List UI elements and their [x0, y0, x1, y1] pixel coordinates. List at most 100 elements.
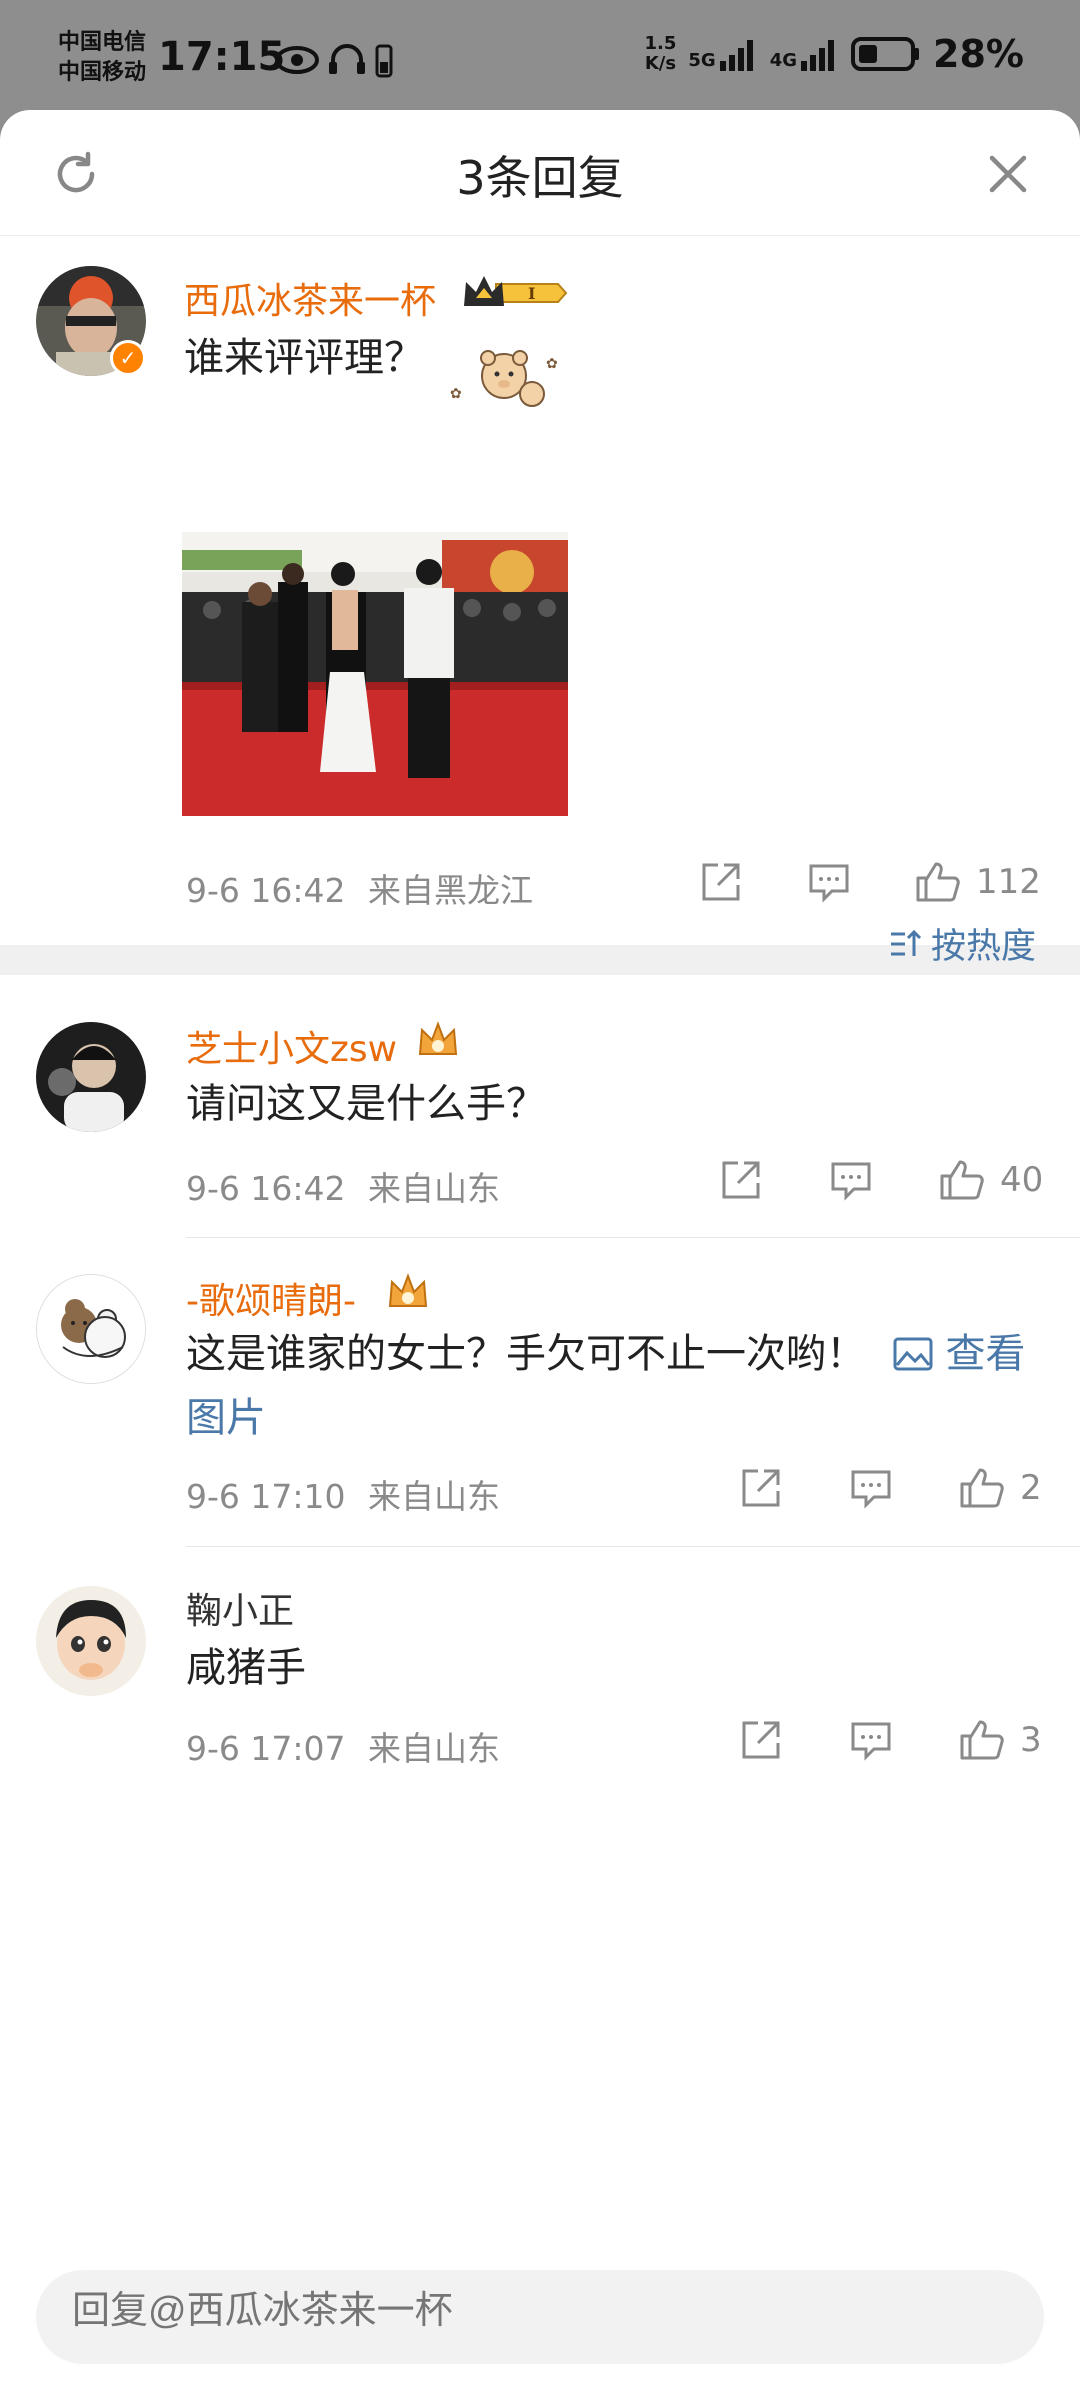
- thumbs-up-icon: [940, 1160, 984, 1200]
- network-4g-label: 4G: [769, 50, 798, 71]
- battery-icon: [851, 37, 920, 71]
- signal-5g: 5G: [688, 37, 757, 71]
- network-5g-label: 5G: [688, 50, 716, 71]
- reply-actions: 40: [718, 1156, 1043, 1204]
- speed-value: 1.5: [644, 33, 677, 54]
- avatar[interactable]: [36, 1586, 146, 1696]
- reply-username[interactable]: -歌颂晴朗-: [186, 1272, 356, 1324]
- share-icon: [742, 1721, 780, 1759]
- comment-username[interactable]: 西瓜冰茶来一杯: [184, 272, 436, 324]
- image-icon: [893, 1337, 933, 1371]
- bear-sticker: ✿ ✿: [442, 338, 566, 418]
- level-badge-text: I: [528, 284, 535, 303]
- avatar[interactable]: [36, 1274, 146, 1384]
- crown-icon: I: [464, 276, 568, 306]
- reply-location: 来自山东: [368, 1477, 500, 1516]
- reply-timestamp: 9-6 17:10: [186, 1477, 346, 1516]
- signal-bars-icon-2: [801, 40, 835, 71]
- page-title: 3条回复: [456, 151, 624, 205]
- reply-timestamp: 9-6 16:42: [186, 1169, 346, 1208]
- network-speed: 1.5 K/s: [645, 34, 677, 74]
- row-divider: [186, 1237, 1080, 1238]
- share-button[interactable]: [718, 1157, 764, 1203]
- reply-text: 咸猪手: [186, 1645, 306, 1691]
- reply-text-block: 这是谁家的女士？手欠可不止一次哟！ 查看图片: [186, 1322, 1046, 1450]
- thumbs-up-icon: [916, 862, 960, 902]
- like-count: 40: [1000, 1160, 1044, 1200]
- signal-4g: 4G: [770, 37, 839, 71]
- status-right: 1.5 K/s 5G 4G 28%: [645, 32, 1024, 76]
- red-carpet-photo: [182, 532, 568, 816]
- share-icon: [722, 1161, 760, 1199]
- reply-button[interactable]: [848, 1465, 894, 1511]
- comment-icon: [831, 1162, 871, 1201]
- reply-actions: 2: [738, 1464, 1042, 1512]
- eye-headphone-battery-icons: [275, 44, 393, 78]
- row-divider: [186, 1546, 1080, 1547]
- reply-button[interactable]: [848, 1717, 894, 1763]
- reply-bar: [36, 2270, 1044, 2364]
- reply-meta: 9-6 16:42 来自山东: [186, 1162, 500, 1210]
- reply-input[interactable]: [72, 2290, 972, 2333]
- share-button[interactable]: [738, 1465, 784, 1511]
- reply-text: 请问这又是什么手？: [186, 1081, 546, 1127]
- sort-icon: [890, 929, 922, 956]
- speed-unit: K/s: [644, 53, 677, 74]
- sort-label: 按热度: [930, 927, 1036, 967]
- comment-icon: [809, 864, 849, 903]
- thumbs-up-icon: [960, 1468, 1004, 1508]
- carrier-info: 中国电信 中国移动: [58, 28, 146, 88]
- svg-text:✿: ✿: [546, 356, 558, 372]
- carrier-name-1: 中国电信: [58, 30, 147, 55]
- reply-location: 来自山东: [368, 1729, 500, 1768]
- vip-crown-badge: I: [460, 270, 568, 320]
- reply-actions: 3: [738, 1716, 1042, 1764]
- comment-location: 来自黑龙江: [368, 871, 533, 910]
- close-button[interactable]: [982, 148, 1034, 200]
- crown-icon: [388, 1273, 428, 1307]
- verified-icon: ✓: [110, 340, 146, 376]
- avatar-image: [36, 1586, 146, 1696]
- avatar[interactable]: [36, 1022, 146, 1132]
- comment-icon: [851, 1470, 891, 1509]
- share-button[interactable]: [738, 1717, 784, 1763]
- like-count: 3: [1020, 1720, 1042, 1760]
- like-button[interactable]: 2: [958, 1464, 1042, 1512]
- comment-icon: [851, 1722, 891, 1761]
- like-count: 2: [1020, 1468, 1042, 1508]
- comment-text: 谁来评评理？: [184, 335, 424, 381]
- crown-icon: [418, 1021, 458, 1055]
- like-button[interactable]: 40: [938, 1156, 1043, 1204]
- like-count: 112: [976, 862, 1041, 902]
- reply-button[interactable]: [806, 859, 852, 905]
- bear-sticker-icon: ✿ ✿: [450, 350, 558, 407]
- main-comment: ✓ 西瓜冰茶来一杯 I 谁来评评理？ ✿ ✿ 9-6 16:42 来自黑龙江 1…: [0, 236, 1080, 946]
- status-bar: 中国电信 中国移动 17:15 1.5 K/s 5G 4G 28%: [0, 0, 1080, 110]
- reply-username[interactable]: 鞠小正: [186, 1582, 294, 1634]
- attached-photo[interactable]: [182, 532, 568, 816]
- share-button[interactable]: [698, 859, 744, 905]
- status-icons: [275, 40, 405, 84]
- comment-timestamp: 9-6 16:42: [186, 871, 346, 910]
- reply-button[interactable]: [828, 1157, 874, 1203]
- like-button[interactable]: 3: [958, 1716, 1042, 1764]
- carrier-name-2: 中国移动: [58, 60, 147, 85]
- reply-text: 这是谁家的女士？手欠可不止一次哟！: [186, 1331, 866, 1377]
- thumbs-up-icon: [960, 1720, 1004, 1760]
- reply-username[interactable]: 芝士小文zsw: [186, 1020, 397, 1072]
- signal-bars-icon: [719, 40, 753, 71]
- share-icon: [742, 1469, 780, 1507]
- comment-actions: 112: [698, 858, 1041, 906]
- reply-timestamp: 9-6 17:07: [186, 1729, 346, 1768]
- share-icon: [702, 863, 740, 901]
- sort-toggle[interactable]: 按热度: [887, 918, 1036, 969]
- comment-meta: 9-6 16:42 来自黑龙江: [186, 864, 533, 912]
- reply-meta: 9-6 17:10 来自山东: [186, 1470, 500, 1518]
- status-time: 17:15: [158, 34, 286, 80]
- reply-location: 来自山东: [368, 1169, 500, 1208]
- sheet-header: 3条回复: [0, 110, 1080, 236]
- replies-sheet: 3条回复 ✓ 西瓜冰茶来一杯 I 谁来评评理？ ✿ ✿ 9-6 16:42 来自…: [0, 110, 1080, 2382]
- avatar-image: [36, 1022, 146, 1132]
- svg-text:✿: ✿: [450, 386, 462, 402]
- like-button[interactable]: 112: [914, 858, 1041, 906]
